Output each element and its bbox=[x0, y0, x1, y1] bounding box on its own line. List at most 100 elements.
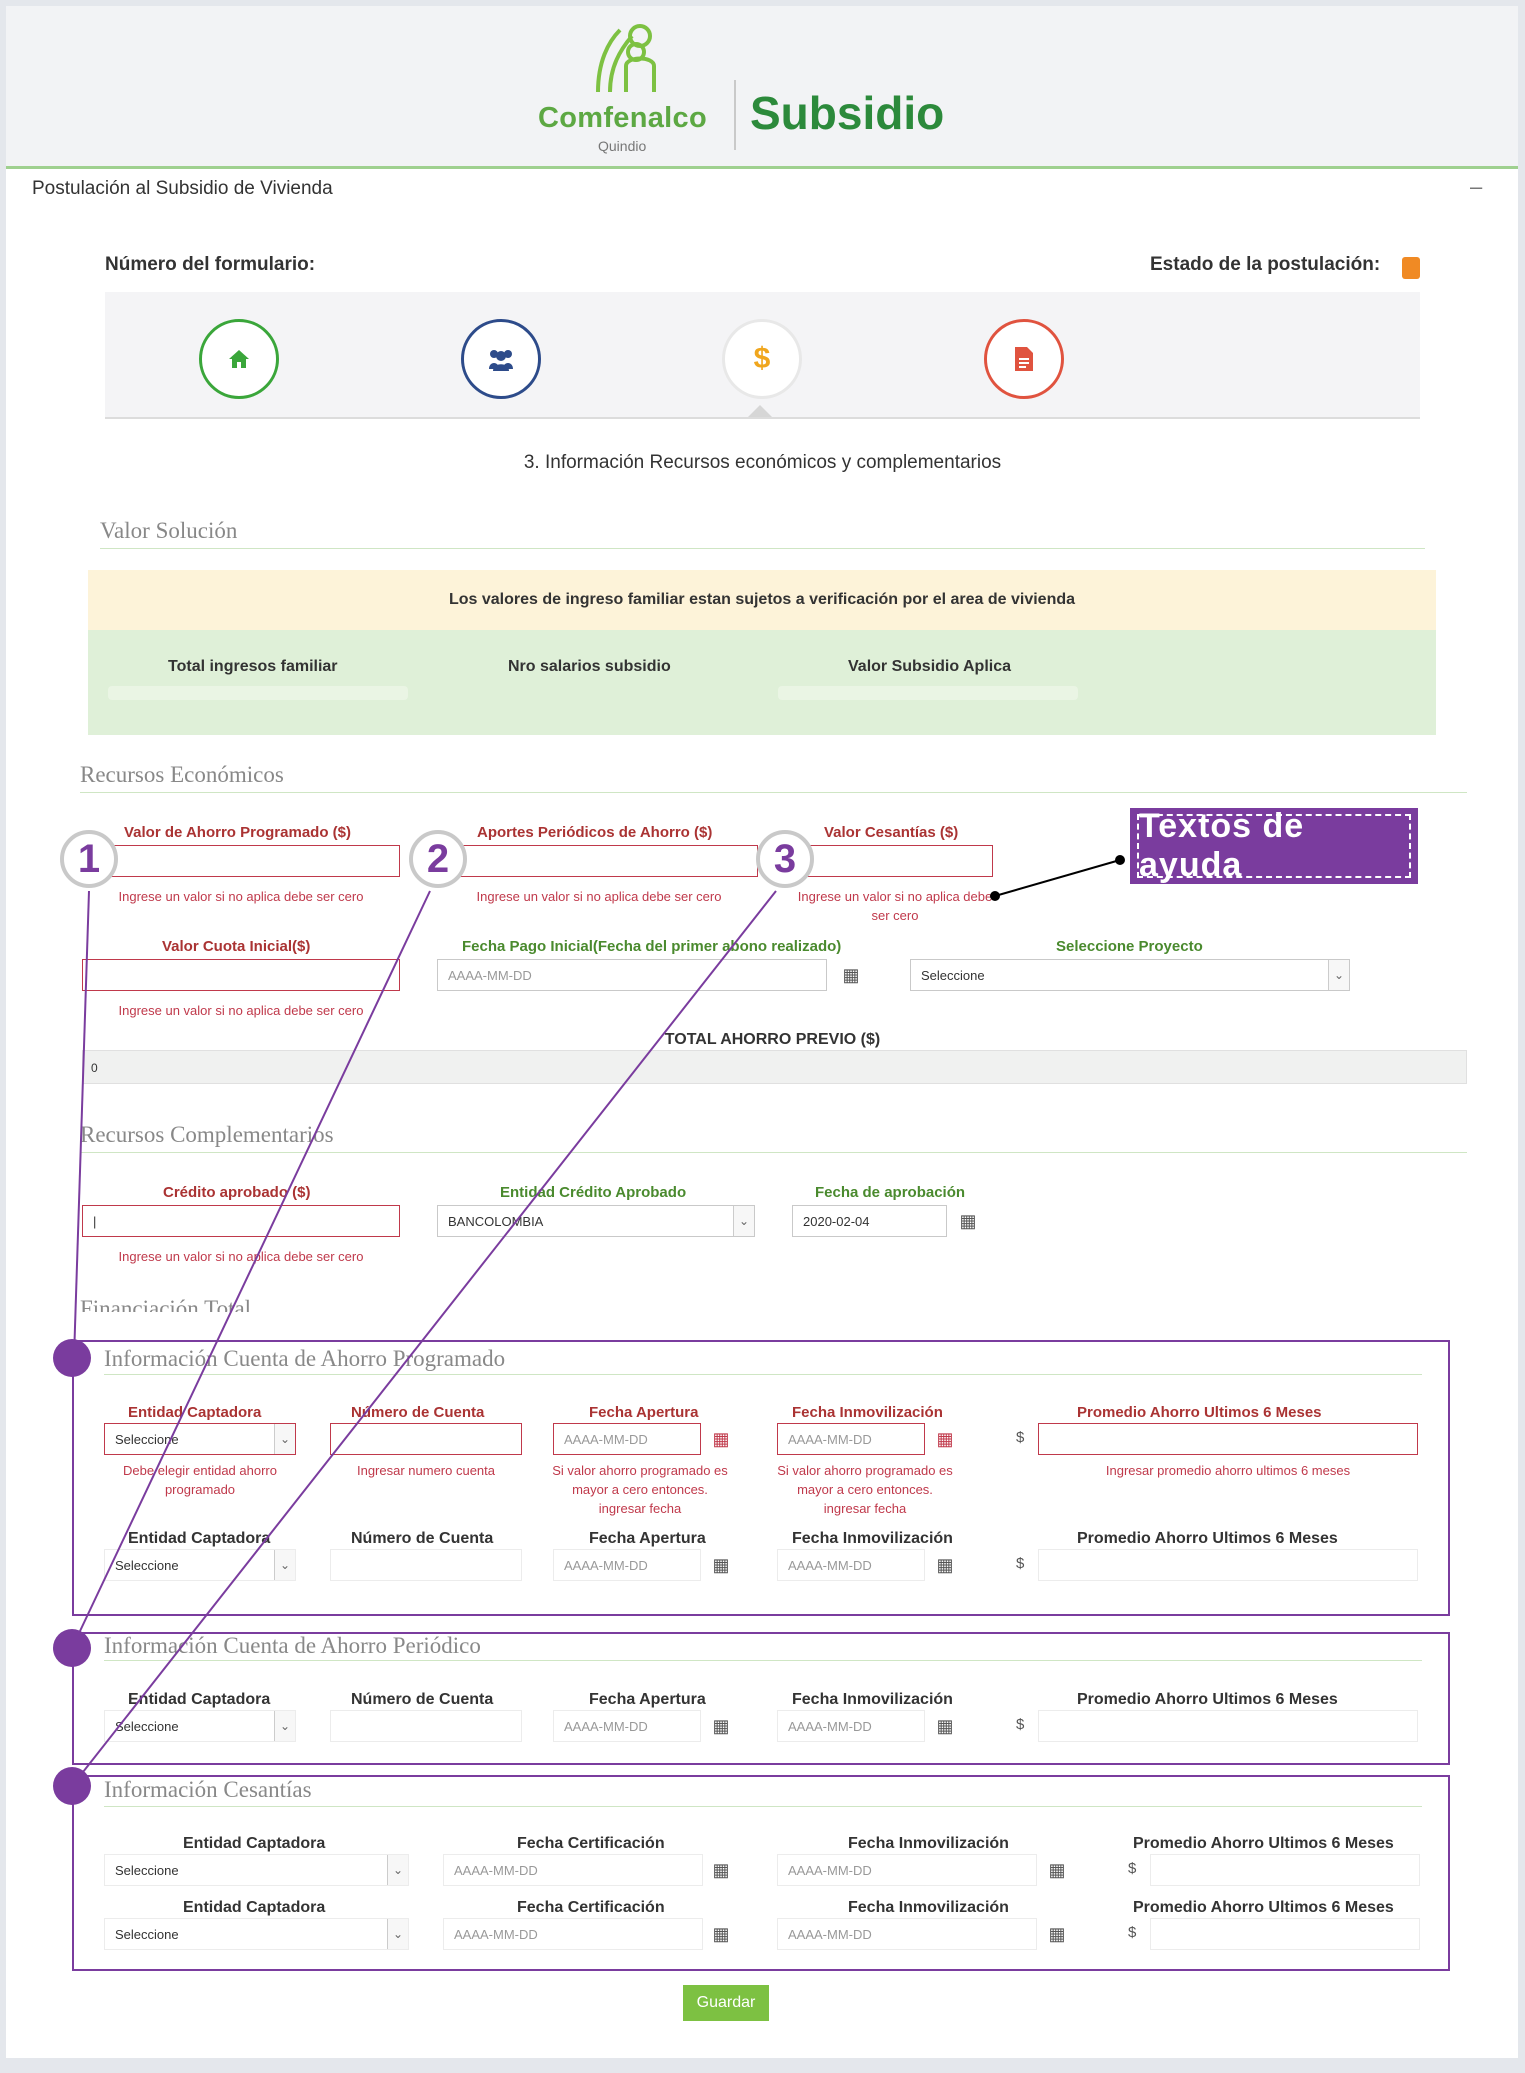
save-button[interactable]: Guardar bbox=[683, 1985, 769, 2021]
comfenalco-logo-icon bbox=[596, 24, 656, 93]
calendar-icon[interactable]: ▦ bbox=[955, 1206, 981, 1236]
total-ahorro-label: TOTAL AHORRO PREVIO ($) bbox=[664, 1031, 881, 1048]
ces-cert-input[interactable]: AAAA-MM-DD bbox=[443, 1854, 703, 1886]
per-apertura-input[interactable]: AAAA-MM-DD bbox=[553, 1710, 701, 1742]
section-divider bbox=[100, 548, 1425, 549]
ahorro-programado-input[interactable] bbox=[82, 845, 400, 877]
cuota-inicial-input[interactable] bbox=[82, 959, 400, 991]
total-income-value bbox=[108, 686, 408, 700]
proyecto-select[interactable]: Seleccione ⌄ bbox=[910, 959, 1350, 991]
help-texts-label: Textos de ayuda bbox=[1137, 807, 1411, 884]
calendar-icon[interactable]: ▦ bbox=[838, 960, 864, 990]
prog2-apertura-input[interactable]: AAAA-MM-DD bbox=[553, 1549, 701, 1581]
subsidy-value bbox=[778, 686, 1078, 700]
form-number-label: Número del formulario: bbox=[105, 254, 316, 275]
step-documents[interactable] bbox=[984, 319, 1064, 399]
prog-apertura-error-line2: mayor a cero entonces. bbox=[572, 1482, 708, 1497]
entidad-credito-select[interactable]: BANCOLOMBIA ⌄ bbox=[437, 1205, 755, 1237]
per-numero-input[interactable] bbox=[330, 1710, 522, 1742]
cesantias-help-line1: Ingrese un valor si no aplica debe bbox=[797, 889, 993, 904]
step-resources[interactable]: $ bbox=[722, 319, 802, 399]
prog-promedio-error: Ingresar promedio ahorro ultimos 6 meses bbox=[1105, 1463, 1351, 1478]
calendar-icon[interactable]: ▦ bbox=[708, 1855, 734, 1885]
prog-entidad-error-line1: Debe elegir entidad ahorro bbox=[123, 1463, 277, 1478]
prog-inmov-error-line2: mayor a cero entonces. bbox=[797, 1482, 933, 1497]
annotation-marker-3: 3 bbox=[756, 830, 814, 888]
section-divider bbox=[104, 1806, 1422, 1807]
ahorro-programado-help: Ingrese un valor si no aplica debe ser c… bbox=[118, 889, 364, 904]
ces2-inmov-input[interactable]: AAAA-MM-DD bbox=[777, 1918, 1037, 1950]
cesantias-help: Ingrese un valor si no aplica debe ser ce… bbox=[780, 887, 1010, 925]
total-income-label: Total ingresos familiar bbox=[168, 658, 338, 675]
proyecto-label: Seleccione Proyecto bbox=[1056, 938, 1203, 955]
prog2-entidad-value: Seleccione bbox=[115, 1558, 179, 1573]
step-home[interactable] bbox=[199, 319, 279, 399]
calendar-icon[interactable]: ▦ bbox=[1044, 1855, 1070, 1885]
chevron-down-icon: ⌄ bbox=[1328, 960, 1349, 990]
prog2-numero-input[interactable] bbox=[330, 1549, 522, 1581]
section-divider bbox=[80, 1152, 1467, 1153]
cuota-inicial-help: Ingrese un valor si no aplica debe ser c… bbox=[118, 1003, 364, 1018]
ces-entidad-select[interactable]: Seleccione ⌄ bbox=[104, 1854, 409, 1886]
calendar-icon[interactable]: ▦ bbox=[708, 1711, 734, 1741]
per-dollar-addon: $ bbox=[1016, 1716, 1025, 1733]
calendar-icon[interactable]: ▦ bbox=[1044, 1919, 1070, 1949]
prog-inmov-error: Si valor ahorro programado es mayor a cer… bbox=[765, 1461, 965, 1518]
brand-name: Comfenalco bbox=[538, 102, 707, 134]
aportes-periodicos-help: Ingrese un valor si no aplica debe ser c… bbox=[476, 889, 722, 904]
chevron-down-icon: ⌄ bbox=[274, 1550, 295, 1580]
panel-title: Postulación al Subsidio de Vivienda bbox=[32, 178, 333, 199]
step-family[interactable] bbox=[461, 319, 541, 399]
fecha-pago-input[interactable]: AAAA-MM-DD bbox=[437, 959, 827, 991]
ces2-entidad-select[interactable]: Seleccione ⌄ bbox=[104, 1918, 409, 1950]
ces2-promedio-label: Promedio Ahorro Ultimos 6 Meses bbox=[1133, 1899, 1394, 1916]
prog2-inmov-label: Fecha Inmovilización bbox=[792, 1530, 953, 1547]
aportes-periodicos-input[interactable] bbox=[440, 845, 758, 877]
per-entidad-select[interactable]: Seleccione ⌄ bbox=[104, 1710, 296, 1742]
document-icon bbox=[1015, 347, 1033, 371]
calendar-icon[interactable]: ▦ bbox=[932, 1711, 958, 1741]
per-promedio-label: Promedio Ahorro Ultimos 6 Meses bbox=[1077, 1691, 1338, 1708]
ces2-cert-input[interactable]: AAAA-MM-DD bbox=[443, 1918, 703, 1950]
prog-apertura-input[interactable]: AAAA-MM-DD bbox=[553, 1423, 701, 1455]
calendar-icon[interactable]: ▦ bbox=[932, 1424, 958, 1454]
proyecto-select-value: Seleccione bbox=[921, 968, 985, 983]
calendar-icon[interactable]: ▦ bbox=[708, 1919, 734, 1949]
prog-inmov-input[interactable]: AAAA-MM-DD bbox=[777, 1423, 925, 1455]
prog2-promedio-input[interactable] bbox=[1038, 1549, 1418, 1581]
brand-divider bbox=[734, 80, 736, 150]
chevron-down-icon: ⌄ bbox=[733, 1206, 754, 1236]
per-inmov-input[interactable]: AAAA-MM-DD bbox=[777, 1710, 925, 1742]
annotation-bullet bbox=[53, 1339, 91, 1377]
prog-apertura-label: Fecha Apertura bbox=[589, 1404, 699, 1421]
prog-dollar-addon: $ bbox=[1016, 1429, 1025, 1446]
prog-promedio-label: Promedio Ahorro Ultimos 6 Meses bbox=[1077, 1404, 1322, 1421]
prog-promedio-input[interactable] bbox=[1038, 1423, 1418, 1455]
calendar-icon[interactable]: ▦ bbox=[708, 1424, 734, 1454]
ces2-promedio-input[interactable] bbox=[1150, 1918, 1420, 1950]
prog-entidad-label: Entidad Captadora bbox=[128, 1404, 262, 1421]
prog2-entidad-select[interactable]: Seleccione ⌄ bbox=[104, 1549, 296, 1581]
collapse-button[interactable]: – bbox=[1470, 174, 1482, 200]
calendar-icon[interactable]: ▦ bbox=[932, 1550, 958, 1580]
fecha-aprobacion-input[interactable]: 2020-02-04 bbox=[792, 1205, 947, 1237]
prog2-inmov-input[interactable]: AAAA-MM-DD bbox=[777, 1549, 925, 1581]
per-entidad-label: Entidad Captadora bbox=[128, 1691, 271, 1708]
help-texts-callout: Textos de ayuda bbox=[1130, 807, 1418, 884]
chevron-down-icon: ⌄ bbox=[387, 1919, 408, 1949]
ces-promedio-input[interactable] bbox=[1150, 1854, 1420, 1886]
cesantias-input[interactable] bbox=[795, 845, 993, 877]
per-apertura-label: Fecha Apertura bbox=[589, 1691, 706, 1708]
prog-inmov-label: Fecha Inmovilización bbox=[792, 1404, 943, 1421]
prog-entidad-select[interactable]: Seleccione ⌄ bbox=[104, 1423, 296, 1455]
ces-inmov-input[interactable]: AAAA-MM-DD bbox=[777, 1854, 1037, 1886]
prog2-apertura-label: Fecha Apertura bbox=[589, 1530, 706, 1547]
ces-entidad-value: Seleccione bbox=[115, 1863, 179, 1878]
brand-region: Quindio bbox=[598, 138, 647, 154]
total-ahorro-value: 0 bbox=[82, 1050, 1467, 1084]
credito-input[interactable]: | bbox=[82, 1205, 400, 1237]
prog-apertura-error-line1: Si valor ahorro programado es bbox=[552, 1463, 728, 1478]
per-promedio-input[interactable] bbox=[1038, 1710, 1418, 1742]
calendar-icon[interactable]: ▦ bbox=[708, 1550, 734, 1580]
prog-numero-input[interactable] bbox=[330, 1423, 522, 1455]
